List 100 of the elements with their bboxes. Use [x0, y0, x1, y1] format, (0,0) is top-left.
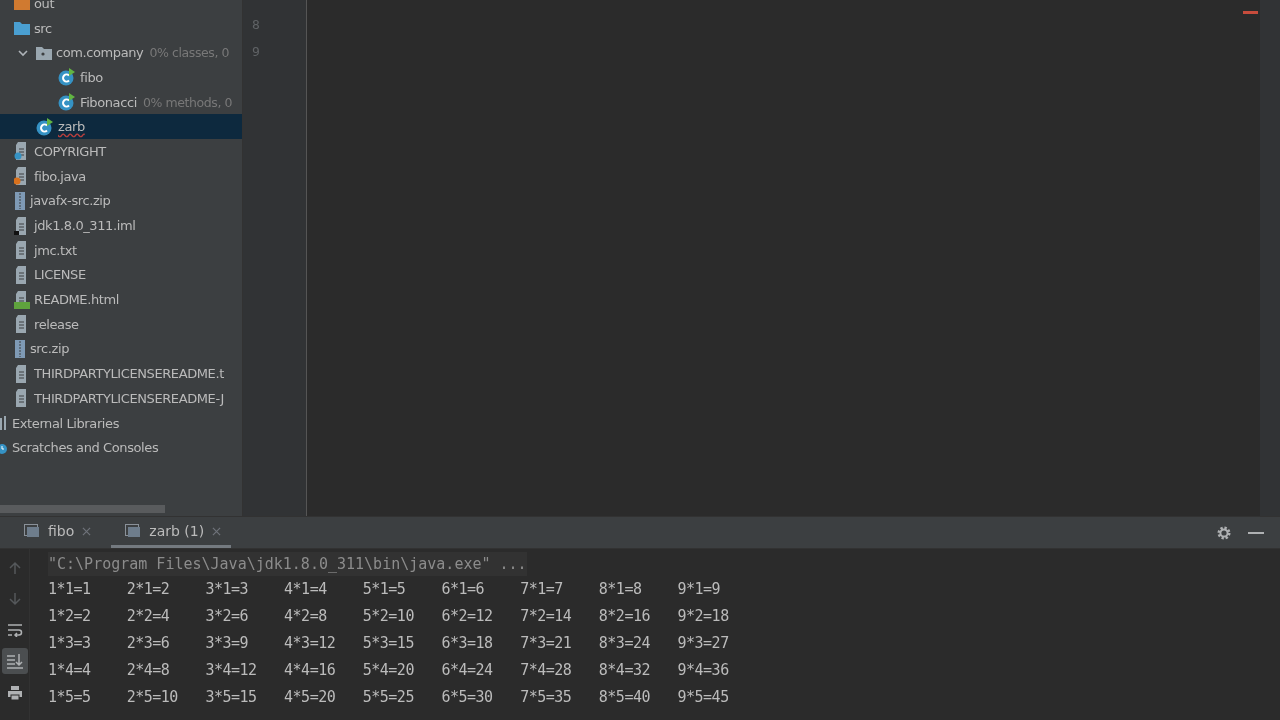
down-arrow-icon[interactable]: [7, 592, 22, 606]
file-name: LICENSE: [34, 267, 86, 283]
soft-wrap-icon[interactable]: [6, 623, 23, 637]
output-text: 7*3=21: [520, 633, 573, 654]
file-name: release: [34, 316, 79, 332]
close-icon[interactable]: [212, 526, 222, 536]
error-marker[interactable]: [1243, 11, 1258, 14]
file-name: THIRDPARTYLICENSEREADME.t: [34, 366, 224, 382]
output-text: 6*5=30: [441, 687, 494, 708]
settings-icon[interactable]: [1216, 524, 1232, 541]
output-text: 3*2=6: [205, 606, 250, 627]
output-text: 5*2=10: [362, 606, 415, 627]
output-text: 1*3=3: [48, 633, 92, 654]
output-text: 5*1=5: [362, 579, 407, 600]
file-name: zarb: [58, 119, 85, 135]
tree-item[interactable]: jdk1.8.0_311.iml: [0, 213, 242, 238]
output-text: 7*5=35: [520, 687, 573, 708]
library-icon: [0, 416, 8, 431]
file-name: fibo: [80, 69, 103, 85]
tree-item[interactable]: javafx-src.zip: [0, 188, 242, 214]
output-text: 8*3=24: [598, 633, 651, 654]
coverage-hint: 0% classes, 0: [149, 45, 230, 61]
file-name: jmc.txt: [34, 242, 77, 258]
zip-file-icon: [14, 339, 26, 358]
tree-item[interactable]: com.company 0% classes, 0: [0, 40, 242, 66]
file-name: fibo.java: [34, 168, 86, 184]
tree-item[interactable]: src: [0, 15, 242, 41]
output-text: 8*1=8: [598, 579, 643, 600]
zip-file-icon: [14, 191, 26, 210]
tree-item[interactable]: zarb: [0, 114, 242, 140]
output-text: 6*1=6: [441, 579, 486, 600]
tree-item[interactable]: README.html: [0, 287, 242, 312]
output-text: 6*3=18: [441, 633, 494, 654]
output-text: 2*2=4: [126, 606, 171, 627]
output-text: 3*5=15: [205, 687, 258, 708]
output-text: 7*2=14: [520, 606, 573, 627]
file-name: com.company: [56, 45, 144, 61]
tree-item[interactable]: jmc.txt: [0, 237, 242, 263]
output-text: 6*2=12: [441, 606, 494, 627]
output-text: 8*2=16: [598, 606, 651, 627]
console-icon: [125, 524, 142, 538]
chevron-icon[interactable]: [18, 47, 28, 58]
up-arrow-icon[interactable]: [7, 561, 22, 575]
tab-title: fibo: [48, 523, 75, 539]
tree-item[interactable]: fibo: [0, 65, 242, 90]
tree-item[interactable]: src.zip: [0, 336, 242, 362]
output-text: 1*1=1: [48, 579, 92, 600]
file-name: THIRDPARTYLICENSEREADME-J: [34, 390, 224, 406]
tree-item[interactable]: fibo.java: [0, 163, 242, 189]
console-tab[interactable]: fibo: [22, 517, 102, 548]
file-name: COPYRIGHT: [34, 143, 106, 159]
output-text: 5*5=25: [362, 687, 415, 708]
console-icon: [24, 524, 40, 538]
file-name: javafx-src.zip: [30, 193, 111, 209]
output-text: 6*4=24: [441, 660, 494, 681]
html-file-icon: [14, 290, 30, 309]
tree-item[interactable]: COPYRIGHT: [0, 139, 242, 164]
output-text: 5*4=20: [362, 660, 415, 681]
output-text: 3*1=3: [205, 579, 250, 600]
tree-item[interactable]: release: [0, 311, 242, 337]
output-text: 9*3=27: [677, 633, 730, 654]
output-text: 4*4=16: [284, 660, 337, 681]
tree-item[interactable]: THIRDPARTYLICENSEREADME.t: [0, 361, 242, 386]
coverage-hint: 0% methods, 0: [142, 94, 233, 110]
output-text: 3*3=9: [205, 633, 250, 654]
print-icon[interactable]: [6, 685, 23, 701]
output-text: 8*5=40: [598, 687, 651, 708]
tree-item[interactable]: Scratches and Consoles: [0, 435, 242, 461]
scroll-to-end-icon[interactable]: [1, 648, 28, 674]
scrollbar[interactable]: [0, 505, 165, 513]
file-name: src.zip: [30, 341, 69, 357]
file-name: README.html: [34, 292, 119, 308]
output-text: 4*2=8: [284, 606, 328, 627]
output-text: 1*2=2: [48, 606, 92, 627]
output-text: 9*2=18: [677, 606, 730, 627]
class-icon: [36, 117, 54, 136]
output-text: 2*1=2: [126, 579, 171, 600]
tree-item[interactable]: LICENSE: [0, 262, 242, 288]
output-text: 2*3=6: [126, 633, 171, 654]
output-text: 7*4=28: [520, 660, 573, 681]
file-name: src: [34, 20, 52, 36]
console-tab[interactable]: zarb (1): [111, 517, 232, 548]
output-text: 2*5=10: [126, 687, 179, 708]
folder-icon: [14, 0, 30, 11]
tree-item[interactable]: Fibonacci 0% methods, 0: [0, 89, 242, 115]
output-text: 5*3=15: [362, 633, 415, 654]
output-text: 9*4=36: [677, 660, 730, 681]
package-icon: [36, 45, 52, 60]
output-text: 1*5=5: [48, 687, 92, 708]
tree-item[interactable]: External Libraries: [0, 410, 242, 436]
tree-item[interactable]: THIRDPARTYLICENSEREADME-J: [0, 386, 242, 411]
file-name: Scratches and Consoles: [12, 440, 159, 456]
output-text: 2*4=8: [126, 660, 171, 681]
class-icon: [58, 68, 76, 87]
close-icon[interactable]: [82, 526, 92, 536]
output-text: 4*3=12: [284, 633, 337, 654]
output-text: 4*1=4: [284, 579, 328, 600]
folder-icon: [14, 21, 30, 36]
file-name: External Libraries: [12, 415, 119, 431]
output-text: 1*4=4: [48, 660, 92, 681]
